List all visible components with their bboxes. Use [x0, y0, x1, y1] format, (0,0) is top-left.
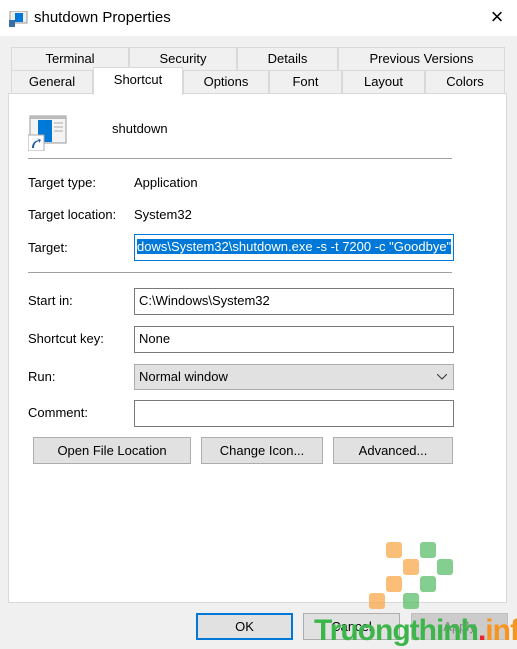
cancel-button[interactable]: Cancel	[303, 613, 400, 640]
tab-options[interactable]: Options	[183, 70, 269, 94]
tab-layout[interactable]: Layout	[342, 70, 425, 94]
apply-button[interactable]: Apply	[411, 613, 508, 640]
chevron-down-icon	[437, 374, 447, 380]
target-type-label: Target type:	[28, 175, 96, 190]
shortcut-key-input[interactable]: None	[134, 326, 454, 353]
close-icon[interactable]: ×	[483, 4, 511, 30]
target-selected-text: dows\System32\shutdown.exe -s -t 7200 -c…	[137, 239, 452, 254]
tab-colors[interactable]: Colors	[425, 70, 505, 94]
comment-input[interactable]	[134, 400, 454, 427]
tab-font[interactable]: Font	[269, 70, 342, 94]
run-label: Run:	[28, 369, 56, 384]
ok-button[interactable]: OK	[196, 613, 293, 640]
comment-label: Comment:	[28, 405, 88, 420]
start-in-label: Start in:	[28, 293, 73, 308]
shortcut-name: shutdown	[112, 121, 168, 136]
open-file-location-button[interactable]: Open File Location	[33, 437, 191, 464]
tab-details[interactable]: Details	[237, 47, 338, 71]
tab-general[interactable]: General	[11, 70, 93, 94]
target-label: Target:	[28, 240, 68, 255]
change-icon-button[interactable]: Change Icon...	[201, 437, 323, 464]
shortcut-large-icon	[28, 115, 67, 151]
window-title: shutdown Properties	[34, 9, 171, 26]
run-selected-value: Normal window	[139, 369, 228, 384]
target-location-label: Target location:	[28, 207, 117, 222]
divider	[28, 272, 452, 273]
tab-previous-versions[interactable]: Previous Versions	[338, 47, 505, 71]
divider	[28, 158, 452, 159]
shortcut-key-label: Shortcut key:	[28, 331, 104, 346]
start-in-input[interactable]: C:\Windows\System32	[134, 288, 454, 315]
target-location-value: System32	[134, 207, 192, 222]
shortcut-app-icon	[9, 11, 28, 27]
run-select[interactable]: Normal window	[134, 364, 454, 390]
target-input[interactable]: dows\System32\shutdown.exe -s -t 7200 -c…	[134, 234, 454, 261]
watermark-logo	[369, 542, 453, 609]
title-bar: shutdown Properties ×	[0, 0, 517, 36]
advanced-button[interactable]: Advanced...	[333, 437, 453, 464]
target-type-value: Application	[134, 175, 198, 190]
tab-shortcut[interactable]: Shortcut	[93, 67, 183, 95]
